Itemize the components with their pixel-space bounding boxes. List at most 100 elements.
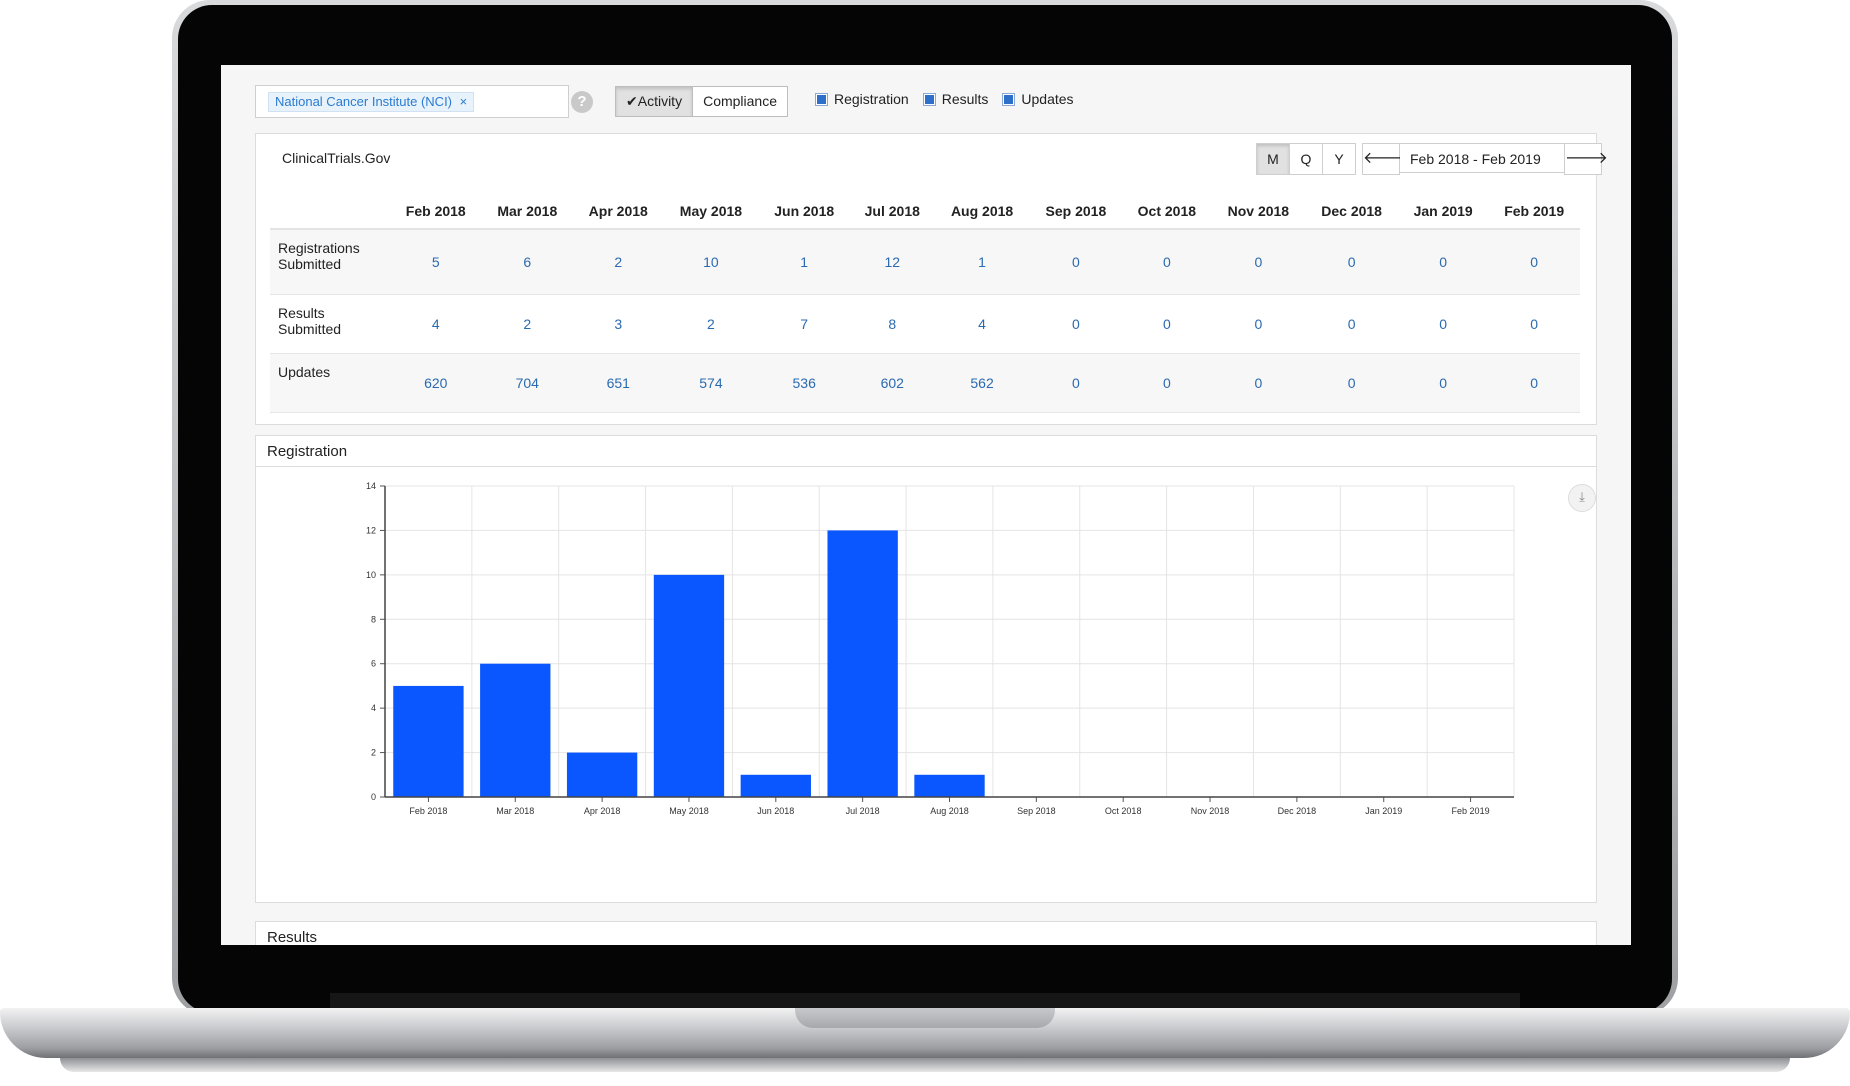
results-panel-title: Results	[267, 929, 318, 945]
table-cell[interactable]: 574	[663, 353, 759, 413]
column-header: Jun 2018	[758, 194, 850, 230]
laptop-notch	[795, 1008, 1055, 1028]
table-cell[interactable]: 0	[1488, 229, 1580, 295]
registration-panel-header: Registration	[256, 436, 1596, 467]
table-cell[interactable]: 602	[849, 353, 935, 413]
next-arrow-icon[interactable]: 🡒	[1564, 143, 1608, 175]
table-cell[interactable]: 704	[481, 353, 574, 413]
summary-panel: ClinicalTrials.Gov M Q Y 🡐 Feb 2018 - Fe…	[255, 133, 1608, 425]
table-cell[interactable]: 0	[1029, 353, 1123, 413]
table-cell[interactable]: 4	[934, 294, 1030, 354]
x-tick-label: Apr 2018	[584, 806, 621, 816]
checkbox-label: Updates	[1021, 91, 1074, 107]
column-header: Dec 2018	[1305, 194, 1398, 230]
bar	[740, 774, 811, 797]
table-row: Registrations Submitted 5 6 2 10 1 12 1 …	[270, 229, 1580, 295]
table-cell[interactable]: 562	[934, 353, 1030, 413]
table-cell[interactable]: 6	[481, 229, 574, 295]
registration-panel-title: Registration	[267, 443, 348, 460]
checkbox-updates[interactable]: Updates	[1002, 91, 1074, 107]
table-cell[interactable]: 0	[1211, 294, 1306, 354]
table-cell[interactable]: 2	[481, 294, 574, 354]
table-cell[interactable]: 2	[663, 294, 759, 354]
table-cell[interactable]: 1	[758, 229, 850, 295]
help-icon[interactable]: ?	[571, 91, 593, 113]
bar	[653, 574, 725, 797]
results-panel: Results	[255, 921, 1597, 945]
table-cell[interactable]: 651	[573, 353, 664, 413]
x-tick-label: Sep 2018	[1017, 806, 1056, 816]
table-cell[interactable]: 0	[1305, 229, 1398, 295]
date-range-control: 🡐 Feb 2018 - Feb 2019 🡒	[1362, 143, 1608, 175]
prev-arrow-icon[interactable]: 🡐	[1362, 143, 1406, 175]
table-cell[interactable]: 1	[934, 229, 1030, 295]
column-header: Jul 2018	[849, 194, 935, 230]
table-cell[interactable]: 0	[1211, 353, 1306, 413]
table-cell[interactable]: 10	[663, 229, 759, 295]
column-header: Feb 2018	[390, 194, 482, 230]
table-cell[interactable]: 2	[573, 229, 664, 295]
checkbox-box[interactable]	[1002, 92, 1016, 106]
table-cell[interactable]: 0	[1397, 229, 1489, 295]
view-toggle: ✔Activity Compliance	[615, 86, 789, 117]
period-quarter-button[interactable]: Q	[1290, 143, 1323, 175]
checkbox-label: Results	[941, 91, 989, 107]
summary-table: Feb 2018 Mar 2018 Apr 2018 May 2018 Jun …	[270, 194, 1580, 413]
org-tag[interactable]: National Cancer Institute (NCI) ×	[268, 92, 475, 112]
laptop-base-shadow	[60, 1058, 1790, 1072]
period-selector: M Q Y	[1256, 143, 1356, 175]
table-cell[interactable]: 0	[1397, 353, 1489, 413]
table-corner-cell	[270, 194, 390, 230]
org-tag-label: National Cancer Institute (NCI)	[275, 94, 453, 109]
period-month-button[interactable]: M	[1256, 143, 1290, 175]
table-cell[interactable]: 620	[390, 353, 482, 413]
column-header: May 2018	[663, 194, 759, 230]
column-header: Nov 2018	[1211, 194, 1306, 230]
checkbox-box[interactable]	[815, 92, 828, 106]
laptop-hinge	[330, 993, 1520, 1008]
x-tick-label: Mar 2018	[496, 806, 534, 816]
checkbox-results[interactable]: Results	[922, 91, 989, 107]
table-cell[interactable]: 0	[1488, 353, 1580, 413]
checkbox-registration[interactable]: Registration	[815, 91, 909, 107]
table-cell[interactable]: 0	[1305, 353, 1398, 413]
table-cell[interactable]: 0	[1029, 229, 1123, 295]
y-tick-label: 2	[371, 748, 376, 758]
table-cell[interactable]: 12	[849, 229, 935, 295]
period-year-button[interactable]: Y	[1323, 143, 1356, 175]
series-checkboxes: Registration Results Updates	[815, 91, 1074, 107]
tag-close-icon[interactable]: ×	[460, 94, 468, 109]
table-cell[interactable]: 0	[1122, 294, 1212, 354]
table-cell[interactable]: 0	[1305, 294, 1398, 354]
table-cell[interactable]: 0	[1488, 294, 1580, 354]
row-label: Registrations Submitted	[270, 229, 390, 295]
table-cell[interactable]: 0	[1029, 294, 1123, 354]
table-row: Updates 620 704 651 574 536 602 562 0 0 …	[270, 353, 1580, 413]
table-cell[interactable]: 0	[1122, 229, 1212, 295]
table-cell[interactable]: 8	[849, 294, 935, 354]
app-screen: National Cancer Institute (NCI) × ? ✔Act…	[221, 65, 1631, 945]
bar	[827, 530, 898, 797]
y-tick-label: 12	[366, 525, 376, 535]
table-cell[interactable]: 0	[1397, 294, 1489, 354]
column-header: Feb 2019	[1488, 194, 1580, 230]
compliance-button[interactable]: Compliance	[693, 86, 789, 117]
table-cell[interactable]: 536	[758, 353, 850, 413]
x-tick-label: Oct 2018	[1105, 806, 1142, 816]
table-cell[interactable]: 7	[758, 294, 850, 354]
table-row: Results Submitted 4 2 3 2 7 8 4 0 0 0 0 …	[270, 294, 1580, 354]
column-header: Mar 2018	[481, 194, 574, 230]
activity-button[interactable]: ✔Activity	[615, 86, 694, 117]
table-cell[interactable]: 0	[1211, 229, 1306, 295]
x-tick-label: Dec 2018	[1278, 806, 1317, 816]
column-header: Sep 2018	[1029, 194, 1123, 230]
x-tick-label: May 2018	[669, 806, 709, 816]
x-tick-label: Aug 2018	[930, 806, 969, 816]
bar	[393, 685, 464, 797]
table-cell[interactable]: 5	[390, 229, 482, 295]
org-filter-input[interactable]: National Cancer Institute (NCI) ×	[255, 85, 569, 118]
checkbox-box[interactable]	[922, 92, 936, 106]
table-cell[interactable]: 4	[390, 294, 482, 354]
table-cell[interactable]: 0	[1122, 353, 1212, 413]
table-cell[interactable]: 3	[573, 294, 664, 354]
